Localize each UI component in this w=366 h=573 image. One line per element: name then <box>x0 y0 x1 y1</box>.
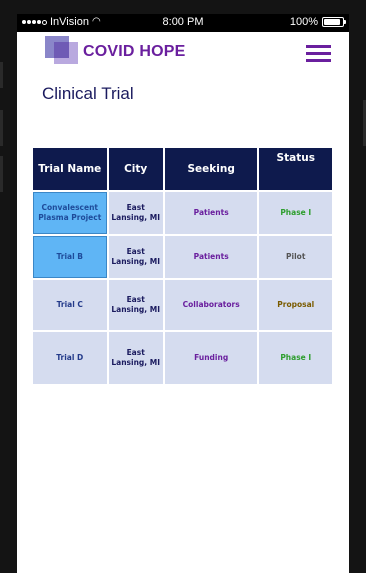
table-row[interactable]: Trial D East Lansing, MI Funding Phase I <box>33 332 332 384</box>
column-header-seeking[interactable]: Seeking <box>164 148 258 190</box>
seeking-cell: Funding <box>164 332 258 384</box>
city-cell: East Lansing, MI <box>108 280 163 330</box>
status-bar: InVision ◠ 8:00 PM 100% <box>17 14 349 32</box>
side-button <box>0 110 3 146</box>
status-cell: Phase I <box>259 332 332 384</box>
city-cell: East Lansing, MI <box>108 332 163 384</box>
column-header-status[interactable]: Status <box>259 148 332 190</box>
column-header-city[interactable]: City <box>108 148 163 190</box>
trial-name-cell[interactable]: Trial B <box>33 236 107 278</box>
trials-table: Trial Name City Seeking Status Convalesc… <box>31 146 334 386</box>
brand-name[interactable]: COVID HOPE <box>83 43 185 61</box>
app-screen: COVID HOPE Clinical Trial Trial Name Cit… <box>17 32 349 573</box>
table-row[interactable]: Trial B East Lansing, MI Patients Pilot <box>33 236 332 278</box>
trial-name-cell[interactable]: Convalescent Plasma Project <box>33 192 107 234</box>
logo-icon[interactable] <box>45 36 79 64</box>
side-button <box>0 156 3 192</box>
trial-name-cell[interactable]: Trial D <box>33 332 107 384</box>
status-bar-right: 100% <box>289 16 346 28</box>
page-title: Clinical Trial <box>42 84 134 103</box>
city-cell: East Lansing, MI <box>108 192 163 234</box>
seeking-cell: Patients <box>164 192 258 234</box>
table-row[interactable]: Trial C East Lansing, MI Collaborators P… <box>33 280 332 330</box>
phone-frame: InVision ◠ 8:00 PM 100% COVID HOPE Clini… <box>0 0 366 573</box>
hamburger-menu-icon[interactable] <box>306 45 331 62</box>
city-cell: East Lansing, MI <box>108 236 163 278</box>
status-cell: Pilot <box>259 236 332 278</box>
app-header: COVID HOPE <box>17 32 349 72</box>
battery-percent: 100% <box>289 16 318 28</box>
side-button <box>0 62 3 88</box>
status-cell: Proposal <box>259 280 332 330</box>
trial-name-cell[interactable]: Trial C <box>33 280 107 330</box>
status-cell: Phase I <box>259 192 332 234</box>
table-row[interactable]: Convalescent Plasma Project East Lansing… <box>33 192 332 234</box>
seeking-cell: Patients <box>164 236 258 278</box>
column-header-trial-name[interactable]: Trial Name <box>33 148 107 190</box>
table-header-row: Trial Name City Seeking Status <box>33 148 332 190</box>
seeking-cell: Collaborators <box>164 280 258 330</box>
battery-icon <box>322 17 346 27</box>
